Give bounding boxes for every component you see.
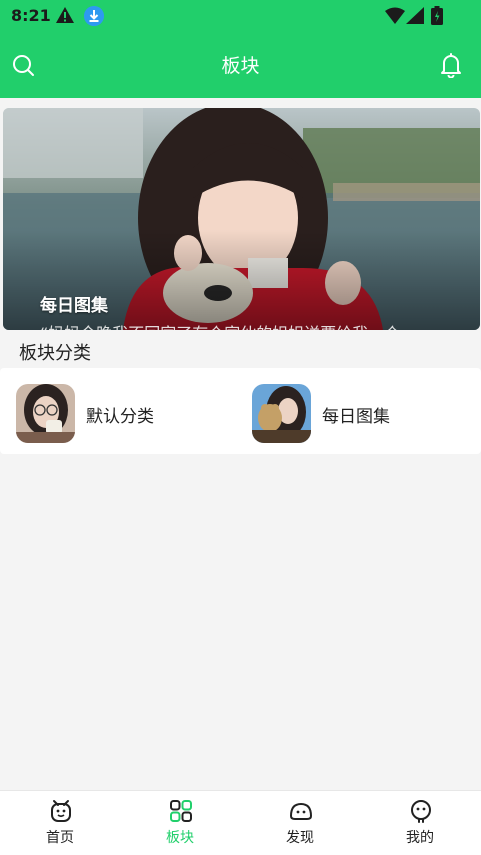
- banner-subtitle: “妈妈今晚我不回家了有个家伙的姐姐送要给我一个: [40, 320, 400, 330]
- signal-icon: [406, 7, 424, 24]
- page-title: 板块: [221, 55, 260, 77]
- nav-label: 板块: [166, 830, 194, 846]
- wifi-icon: [385, 7, 405, 24]
- battery-icon: [431, 6, 443, 25]
- bottom-navigation: 首页 板块 发现 我的: [0, 790, 481, 855]
- nav-profile[interactable]: 我的: [360, 791, 480, 855]
- grid-icon: [170, 800, 192, 822]
- nav-boards[interactable]: 板块: [120, 791, 240, 855]
- warning-icon: [56, 7, 74, 23]
- nav-label: 首页: [46, 830, 74, 846]
- category-item-default[interactable]: 默认分类: [16, 384, 216, 443]
- nav-discover[interactable]: 发现: [240, 791, 360, 855]
- bell-icon[interactable]: [439, 52, 463, 78]
- status-time: 8:21: [11, 6, 51, 25]
- category-thumbnail: [16, 384, 75, 443]
- home-icon: [51, 800, 71, 822]
- discover-icon: [289, 802, 313, 820]
- nav-home[interactable]: 首页: [0, 791, 120, 855]
- nav-label: 发现: [286, 830, 314, 846]
- category-item-daily[interactable]: 每日图集: [252, 384, 452, 443]
- profile-icon: [411, 800, 431, 823]
- download-icon: [84, 6, 104, 26]
- status-bar: 8:21: [0, 0, 481, 32]
- category-label: 每日图集: [322, 407, 390, 427]
- nav-label: 我的: [406, 830, 434, 846]
- section-title: 板块分类: [19, 343, 91, 364]
- category-list: 默认分类 每日图集: [0, 368, 481, 454]
- banner-title: 每日图集: [40, 296, 108, 316]
- app-header: 8:21 板块: [0, 0, 481, 98]
- banner-carousel[interactable]: 每日图集 “妈妈今晚我不回家了有个家伙的姐姐送要给我一个: [3, 108, 480, 330]
- category-thumbnail: [252, 384, 311, 443]
- category-label: 默认分类: [86, 407, 154, 427]
